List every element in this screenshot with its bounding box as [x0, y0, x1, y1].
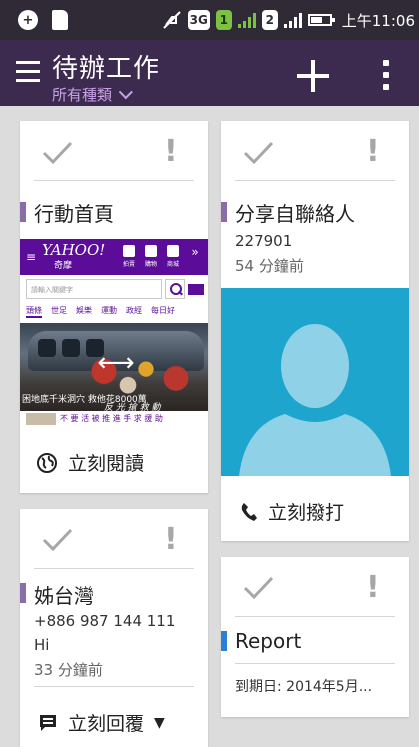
chevron-down-icon: »: [191, 245, 199, 259]
complete-checkmark-icon[interactable]: [241, 570, 275, 604]
yahoo-logo: YAHOO!: [42, 241, 106, 259]
clock: 上午11:06: [341, 11, 415, 30]
priority-icon[interactable]: !: [366, 572, 380, 604]
phone-icon: [241, 502, 257, 521]
complete-checkmark-icon[interactable]: [40, 135, 74, 169]
auction-icon: 拍賣: [122, 245, 136, 268]
battery-icon: [307, 14, 335, 26]
signal-sim2-icon: [283, 12, 302, 28]
add-task-button[interactable]: [297, 60, 329, 92]
complete-checkmark-icon[interactable]: [241, 135, 275, 169]
reply-now-button[interactable]: 立刻回覆 ▼: [38, 709, 165, 736]
category-color-bar: [20, 583, 26, 603]
yahoo-tab: 運動: [101, 306, 117, 315]
reply-now-label: 立刻回覆: [68, 713, 145, 735]
yahoo-tab: 娛樂: [76, 306, 92, 315]
mail-icon: [188, 284, 204, 295]
card-heading: 行動首頁: [34, 202, 114, 226]
news-stamp: 反 光 搶 救 動: [104, 403, 161, 411]
card-heading: 分享自聯絡人: [235, 202, 355, 226]
menu-icon[interactable]: [16, 61, 40, 83]
call-now-label: 立刻撥打: [268, 502, 345, 524]
network-3g-icon: 3G: [187, 10, 210, 30]
more-options-icon[interactable]: [382, 60, 390, 90]
yahoo-tab: 政經: [126, 306, 142, 315]
status-bar: + 3G 1 2 上午11:06: [0, 0, 419, 40]
card-heading: Report: [235, 629, 302, 653]
card-heading: 姊台灣: [34, 584, 94, 608]
yahoo-tab: 世足: [51, 306, 67, 315]
page-title: 待辦工作: [52, 54, 161, 84]
dropdown-triangle-icon[interactable]: ▼: [154, 715, 165, 731]
card-divider: [34, 568, 194, 569]
message-icon: [40, 714, 56, 731]
card-divider: [235, 663, 395, 664]
priority-icon[interactable]: !: [366, 136, 380, 168]
time-ago: 33 分鐘前: [34, 661, 103, 679]
yahoo-tabs: 頭條 世足 娛樂 運動 政經 每日好: [26, 305, 175, 318]
card-divider: [235, 180, 395, 181]
yahoo-logo-sub: 奇摩: [54, 261, 73, 271]
yahoo-tab: 每日好: [151, 306, 175, 315]
sim2-badge-icon: 2: [261, 10, 278, 30]
globe-icon: [37, 452, 57, 473]
priority-icon[interactable]: !: [164, 524, 178, 556]
chevron-down-icon: [118, 85, 133, 100]
time-ago: 54 分鐘前: [235, 257, 304, 275]
message-text: Hi: [34, 636, 50, 654]
category-color-bar: [221, 202, 227, 222]
yahoo-menu-icon: ≡: [26, 250, 37, 264]
app-bar: 待辦工作 所有種類: [0, 40, 419, 106]
read-now-label: 立刻閱讀: [68, 453, 145, 475]
mute-icon: [163, 11, 181, 29]
contact-number: 227901: [235, 232, 293, 250]
shopping-icon: 購物: [144, 245, 158, 268]
yahoo-header: ≡ YAHOO! 奇摩 拍賣 購物 商城 »: [20, 239, 208, 275]
category-color-bar: [221, 631, 227, 651]
category-filter-label: 所有種類: [52, 86, 113, 104]
contact-photo: [221, 288, 409, 476]
sim-card-icon: [52, 10, 68, 30]
call-now-button[interactable]: 立刻撥打: [240, 498, 344, 525]
phone-number: +886 987 144 111: [34, 612, 176, 630]
signal-sim1-icon: [237, 12, 256, 28]
webpage-thumbnail[interactable]: ≡ YAHOO! 奇摩 拍賣 購物 商城 » 請輸入關鍵字 頭條 世足 娛樂 運…: [20, 239, 208, 428]
add-notification-icon: +: [18, 10, 38, 30]
priority-icon[interactable]: !: [164, 136, 178, 168]
yahoo-search-input: 請輸入關鍵字: [26, 279, 162, 299]
yahoo-tab: 頭條: [26, 305, 42, 318]
news-photo: ⟷ 困地底千米洞穴 救他花8000萬 反 光 搶 救 動: [20, 323, 208, 411]
complete-checkmark-icon[interactable]: [40, 522, 74, 556]
mall-icon: 商城: [166, 245, 180, 268]
card-divider: [235, 616, 395, 617]
person-silhouette-icon: [239, 324, 391, 476]
due-date: 到期日: 2014年5月...: [235, 679, 373, 695]
search-icon: [165, 279, 185, 299]
card-divider: [34, 686, 194, 687]
category-color-bar: [20, 202, 26, 222]
swipe-arrows-icon: ⟷: [97, 348, 135, 378]
sim1-badge-icon: 1: [215, 10, 232, 30]
card-divider: [34, 180, 194, 181]
news-footer: 不 要 活 被 推 進 手 求 援 助: [20, 411, 208, 428]
category-filter[interactable]: 所有種類: [52, 84, 133, 105]
read-now-button[interactable]: 立刻閱讀: [36, 449, 144, 476]
